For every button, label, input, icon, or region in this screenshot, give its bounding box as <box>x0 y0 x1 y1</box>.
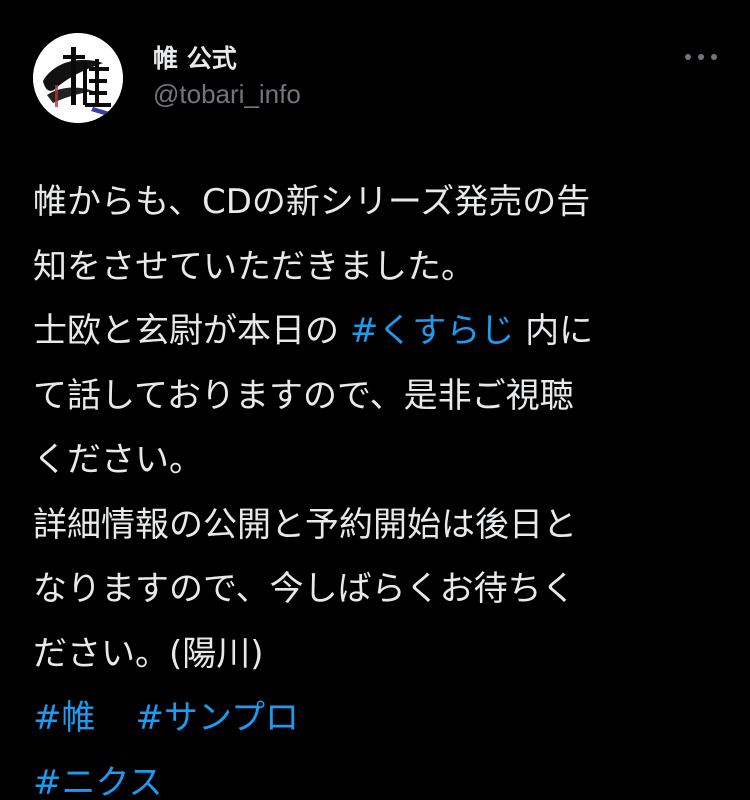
tweet-line: 詳細情報の公開と予約開始は後日と <box>33 504 577 545</box>
more-horizontal-icon-dot <box>698 54 704 60</box>
tweet-text-segment: 内に <box>514 311 594 351</box>
tweet-text-segment: 士欧と玄尉が本日の <box>33 311 350 351</box>
hashtag-link[interactable]: #サンプロ <box>136 698 299 738</box>
tweet-line: て話しておりますので、是非ご視聴 <box>33 375 574 416</box>
tweet-line: なりますので、今しばらくお待ちく <box>33 569 576 609</box>
tweet-line: 帷からも、CDの新シリーズ発売の告 <box>33 182 591 222</box>
avatar-logo-icon <box>33 33 123 123</box>
tweet-line-with-hashtag: 士欧と玄尉が本日の #くすらじ 内に <box>33 299 723 364</box>
hashtag-link[interactable]: #帷 <box>33 698 96 738</box>
hashtag-link[interactable]: #ニクス <box>33 763 162 800</box>
tweet: 帷 公式 @tobari_info 帷からも、CDの新シリーズ発売の告 知をさせ… <box>0 0 750 800</box>
tweet-header: 帷 公式 @tobari_info <box>33 33 723 123</box>
tweet-text: 帷からも、CDの新シリーズ発売の告 知をさせていただきました。 士欧と玄尉が本日… <box>33 170 723 800</box>
hashtag-row: #ニクス <box>33 751 723 800</box>
hashtag-row: #帷 #サンプロ <box>33 686 723 751</box>
tweet-line: 知をさせていただきました。 <box>33 246 475 287</box>
more-horizontal-icon <box>685 54 691 60</box>
display-name[interactable]: 帷 公式 <box>153 43 301 75</box>
hashtag-link[interactable]: #くすらじ <box>350 311 515 351</box>
user-handle[interactable]: @tobari_info <box>153 77 301 111</box>
tweet-line: ください。 <box>33 440 203 480</box>
avatar[interactable] <box>33 33 123 123</box>
user-info: 帷 公式 @tobari_info <box>153 43 301 111</box>
more-options-button[interactable] <box>681 47 721 67</box>
tweet-line: ださい。(陽川) <box>33 633 264 674</box>
more-horizontal-icon-dot <box>711 54 717 60</box>
